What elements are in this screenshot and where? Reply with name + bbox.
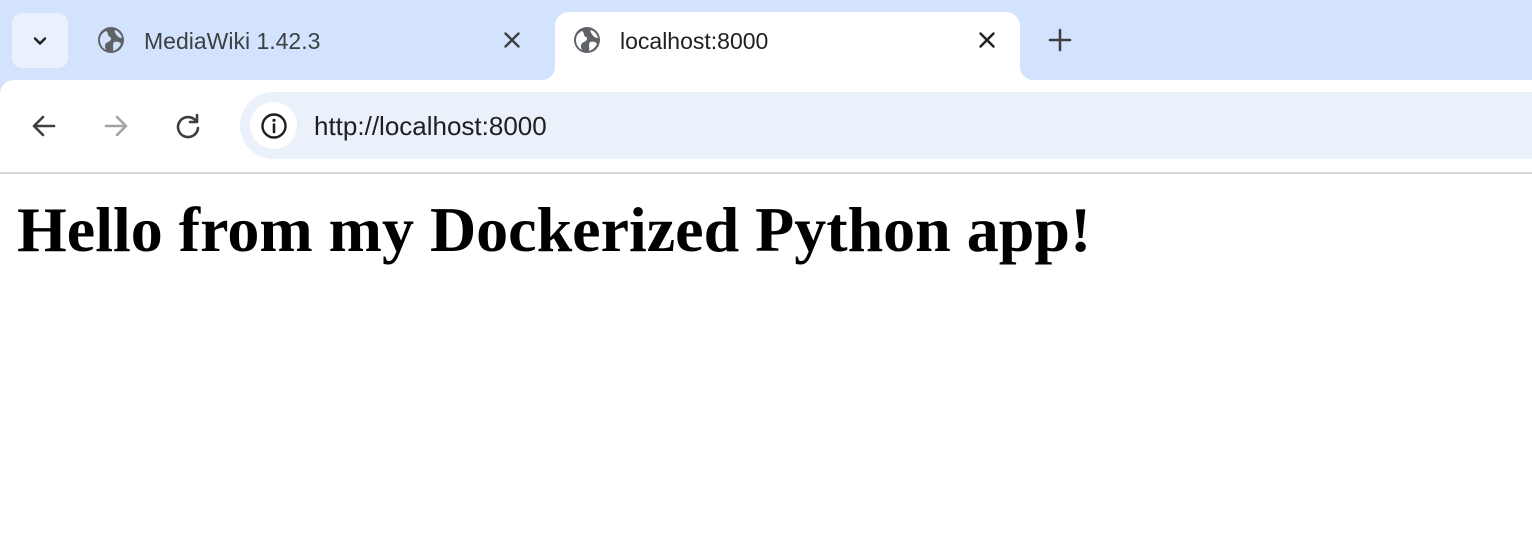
page-content: Hello from my Dockerized Python app! (0, 174, 1532, 542)
tab-close-button[interactable] (975, 28, 999, 52)
address-bar[interactable]: http://localhost:8000 (240, 92, 1532, 159)
navigation-toolbar: http://localhost:8000 (0, 80, 1532, 172)
tab-mediawiki[interactable]: MediaWiki 1.42.3 (80, 12, 540, 80)
arrow-left-icon (32, 115, 56, 137)
tab-title: localhost:8000 (620, 28, 769, 54)
forward-button[interactable] (96, 106, 136, 146)
url-text[interactable]: http://localhost:8000 (314, 110, 547, 142)
tab-close-button[interactable] (500, 28, 524, 52)
site-info-button[interactable] (250, 102, 297, 149)
reload-icon (176, 113, 200, 139)
new-tab-button[interactable] (1042, 22, 1078, 58)
arrow-right-icon (104, 115, 128, 137)
tab-search-button[interactable] (12, 13, 68, 68)
tab-title: MediaWiki 1.42.3 (144, 28, 321, 54)
page-heading: Hello from my Dockerized Python app! (17, 194, 1092, 265)
chevron-down-icon (33, 36, 47, 45)
info-icon (260, 112, 287, 139)
close-icon (979, 32, 995, 48)
close-icon (504, 32, 520, 48)
globe-icon (574, 27, 600, 53)
back-button[interactable] (24, 106, 64, 146)
plus-icon (1048, 28, 1072, 52)
tab-strip: MediaWiki 1.42.3 localhost:8000 (0, 0, 1532, 80)
globe-icon (98, 27, 124, 53)
reload-button[interactable] (168, 106, 208, 146)
tab-localhost[interactable]: localhost:8000 (541, 12, 1034, 80)
